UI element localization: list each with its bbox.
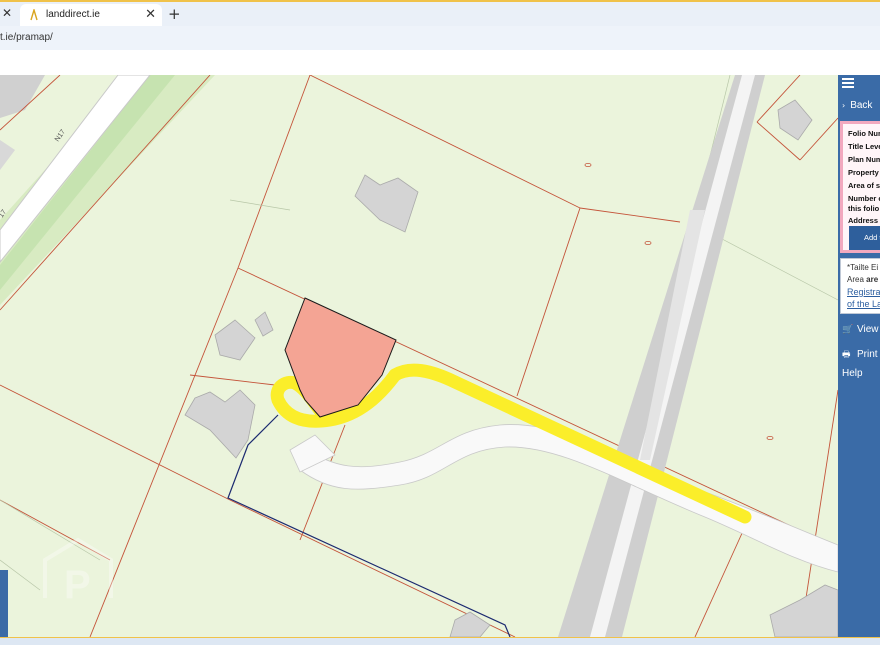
info-this-folio: this folio (848, 204, 880, 213)
building (214, 319, 256, 361)
info-area: Area of s (848, 181, 880, 190)
watermark-logo: P (43, 537, 113, 607)
buildings (184, 99, 838, 637)
add-to-cart-button[interactable]: Add t (849, 226, 880, 250)
land-registry-link-text[interactable]: of the La (847, 299, 880, 309)
map-drawing: N17 17 P (0, 75, 838, 637)
disclaimer-note: *Tailte Ei Area are n Registrat of the L… (840, 258, 880, 314)
note-line-2: Area are n (847, 275, 880, 284)
bottom-status-bar (0, 637, 880, 645)
note-line-1: *Tailte Ei (847, 263, 879, 272)
address-bar[interactable]: t.ie/pramap/ (0, 26, 880, 50)
print-button[interactable]: 🖶 Print (842, 347, 878, 363)
back-button[interactable]: › Back (842, 100, 872, 111)
info-title-level: Title Leve (848, 142, 880, 151)
print-icon: 🖶 (842, 350, 851, 360)
road-label: N17 (54, 129, 67, 144)
registration-link-text[interactable]: Registrat (847, 287, 880, 297)
roundabout-island-2 (0, 140, 15, 170)
tab-close-icon[interactable]: ✕ (145, 7, 156, 22)
browser-tab[interactable]: landdirect.ie ✕ (20, 4, 162, 28)
browser-tab-bar: ✕ landdirect.ie ✕ + (0, 0, 880, 28)
url-text[interactable]: t.ie/pramap/ (0, 32, 53, 43)
building (777, 99, 813, 141)
roundabout-island (0, 75, 45, 118)
print-label: Print (857, 349, 878, 360)
page-header-strip (0, 50, 880, 75)
info-plan-number: Plan Num (848, 155, 880, 164)
building (184, 389, 256, 459)
building (769, 584, 838, 637)
back-label: Back (850, 100, 873, 111)
info-address: Address (848, 216, 879, 225)
help-label: Help (842, 368, 863, 379)
landdirect-favicon-icon (30, 9, 38, 21)
building (254, 311, 274, 337)
laneway (299, 424, 838, 573)
left-panel-tab[interactable] (0, 570, 8, 637)
map-canvas[interactable]: N17 17 P (0, 75, 838, 637)
help-link[interactable]: Help (842, 368, 863, 379)
watermark-letter: P (64, 563, 91, 607)
registration-link[interactable]: Registrat (847, 287, 880, 297)
hamburger-menu-icon[interactable] (842, 78, 854, 88)
cart-icon: 🛒 (842, 325, 854, 335)
folio-info-box: Folio Nur Title Leve Plan Num Property A… (840, 121, 880, 253)
view-label: View (857, 324, 879, 335)
note-line-2-prefix: Area (847, 275, 867, 284)
new-tab-button[interactable]: + (168, 5, 181, 23)
chevron-right-icon: › (842, 101, 846, 110)
side-panel: › Back Folio Nur Title Leve Plan Num Prop… (838, 75, 880, 637)
info-property: Property (848, 168, 879, 177)
info-folio-number: Folio Nur (848, 129, 880, 138)
info-number: Number c (848, 194, 880, 203)
land-registry-link[interactable]: of the La (847, 299, 880, 309)
note-line-2-bold: are n (866, 275, 880, 284)
view-cart-button[interactable]: 🛒 View (842, 324, 879, 335)
close-icon[interactable]: ✕ (2, 6, 12, 20)
building (354, 174, 419, 233)
tab-title: landdirect.ie (46, 9, 100, 20)
